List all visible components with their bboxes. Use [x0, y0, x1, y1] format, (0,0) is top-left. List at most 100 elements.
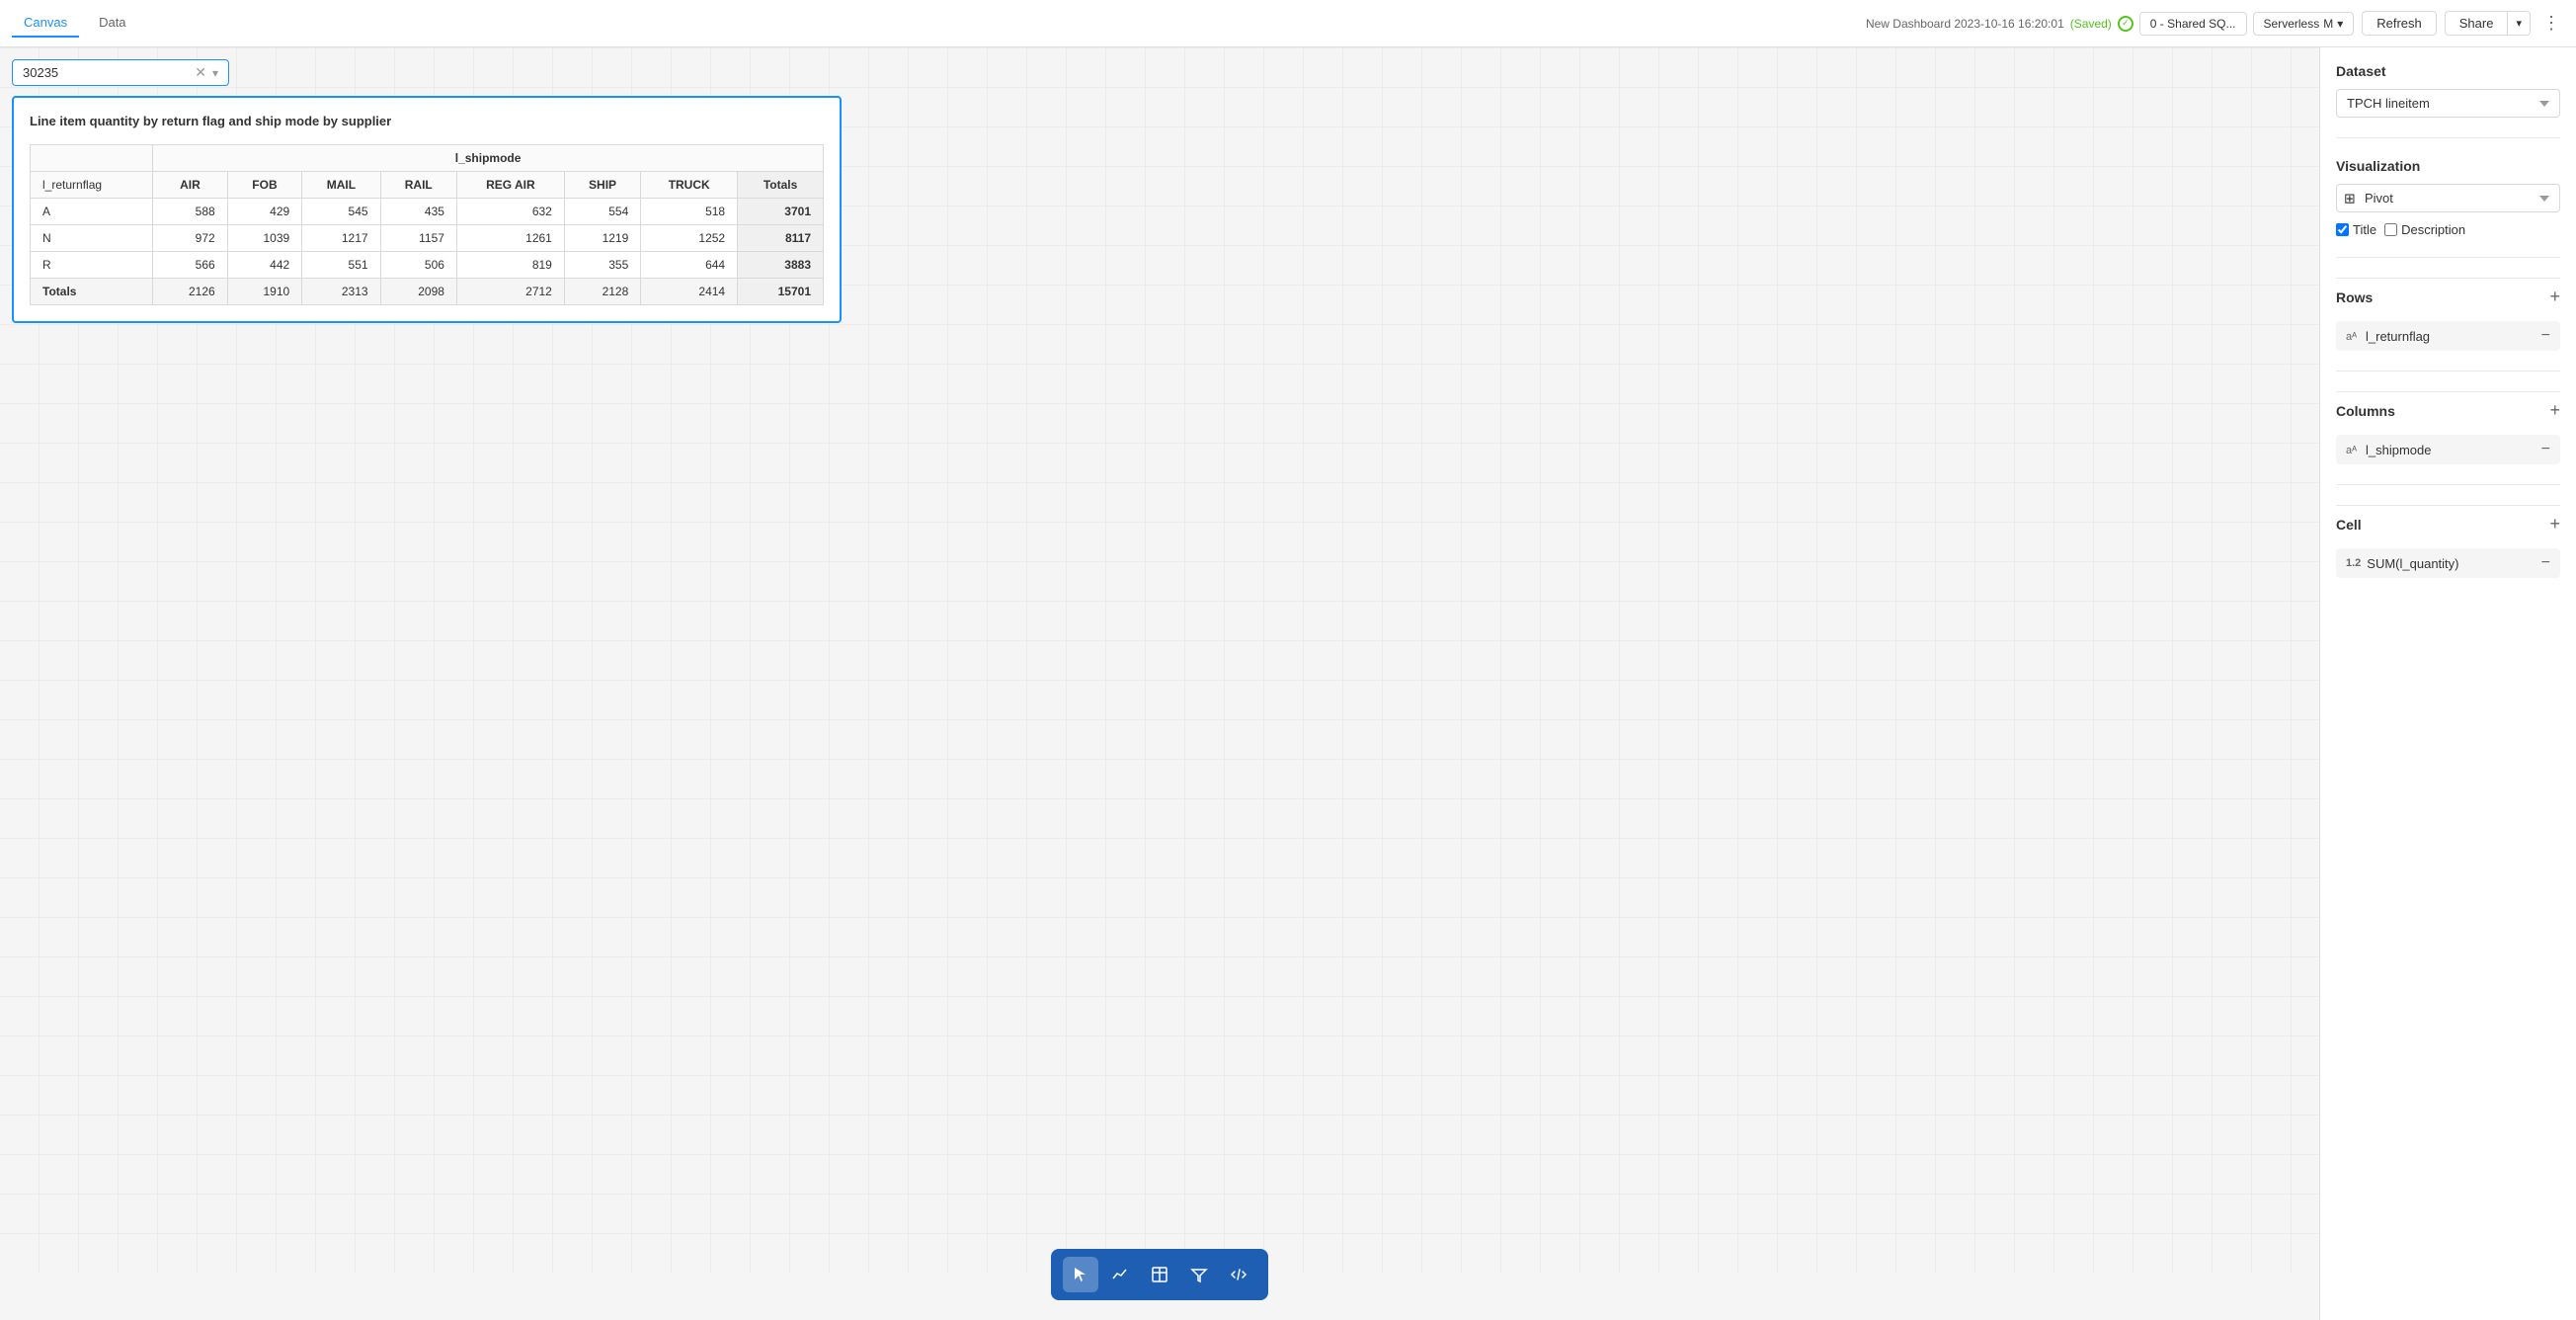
cell-r-totals: 3883 — [738, 252, 824, 279]
shared-connection-button[interactable]: 0 - Shared SQ... — [2139, 12, 2247, 36]
divider-2 — [2336, 257, 2560, 258]
col-regair: REG AIR — [456, 172, 564, 199]
toolbar-filter-button[interactable] — [1181, 1257, 1217, 1292]
divider — [2336, 137, 2560, 138]
rows-header: Rows + — [2336, 278, 2560, 315]
visualization-select[interactable]: Pivot — [2336, 184, 2560, 212]
tab-canvas[interactable]: Canvas — [12, 9, 79, 38]
cell-n-totals: 8117 — [738, 225, 824, 252]
dataset-select[interactable]: TPCH lineitem — [2336, 89, 2560, 118]
dataset-label: Dataset — [2336, 63, 2560, 79]
description-checkbox[interactable] — [2384, 223, 2397, 236]
columns-item: aᴬ l_shipmode − — [2336, 435, 2560, 464]
bottom-toolbar — [1051, 1249, 1268, 1300]
cell-r-rail: 506 — [380, 252, 456, 279]
share-button-group: Share ▾ — [2445, 11, 2531, 36]
shipmode-header: l_shipmode — [153, 145, 824, 172]
svg-text:aᴬ: aᴬ — [2346, 331, 2357, 342]
cell-n-air: 972 — [153, 225, 228, 252]
col-mail: MAIL — [302, 172, 380, 199]
cell-n-ship: 1219 — [564, 225, 640, 252]
dashboard-title: New Dashboard 2023-10-16 16:20:01 — [1866, 17, 2064, 31]
col-truck: TRUCK — [641, 172, 738, 199]
columns-header: Columns + — [2336, 391, 2560, 429]
share-dropdown-button[interactable]: ▾ — [2507, 11, 2531, 36]
rows-item: aᴬ l_returnflag − — [2336, 321, 2560, 351]
totals-label: Totals — [31, 279, 153, 305]
main-layout: 30235 ✕ ▾ Line item quantity by return f… — [0, 47, 2576, 1320]
formula-badge: 1.2 — [2346, 557, 2361, 569]
tab-data[interactable]: Data — [87, 9, 137, 38]
cell-n-fob: 1039 — [227, 225, 302, 252]
filter-tag[interactable]: 30235 ✕ ▾ — [12, 59, 229, 86]
totals-truck: 2414 — [641, 279, 738, 305]
more-options-button[interactable]: ⋮ — [2538, 9, 2564, 38]
table-row: R 566 442 551 506 819 355 644 3883 — [31, 252, 824, 279]
saved-badge: (Saved) — [2070, 17, 2112, 31]
rows-item-label: l_returnflag — [2366, 329, 2536, 344]
chart-title: Line item quantity by return flag and sh… — [30, 114, 824, 128]
canvas-area[interactable]: 30235 ✕ ▾ Line item quantity by return f… — [0, 47, 2319, 1320]
viz-select-wrapper: ⊞ Pivot — [2336, 184, 2560, 212]
canvas-content: 30235 ✕ ▾ Line item quantity by return f… — [12, 59, 2307, 323]
status-indicator — [2118, 16, 2133, 32]
cell-r-regair: 819 — [456, 252, 564, 279]
rows-section: Rows + aᴬ l_returnflag − — [2336, 278, 2560, 351]
filter-dropdown-icon[interactable]: ▾ — [212, 66, 218, 80]
totals-rail: 2098 — [380, 279, 456, 305]
cell-a-totals: 3701 — [738, 199, 824, 225]
col-ship: SHIP — [564, 172, 640, 199]
cell-add-button[interactable]: + — [2549, 514, 2560, 535]
connection-label: 0 - Shared SQ... — [2150, 17, 2236, 31]
rows-item-icon: aᴬ — [2346, 328, 2360, 345]
totals-mail: 2313 — [302, 279, 380, 305]
cell-label: Cell — [2336, 517, 2362, 533]
row-flag-r: R — [31, 252, 153, 279]
chevron-down-icon: ▾ — [2337, 17, 2343, 31]
columns-item-label: l_shipmode — [2366, 443, 2536, 457]
cell-a-regair: 632 — [456, 199, 564, 225]
formula-remove-button[interactable]: − — [2541, 554, 2550, 572]
refresh-button[interactable]: Refresh — [2362, 11, 2437, 36]
filter-clear-button[interactable]: ✕ — [195, 64, 206, 81]
toolbar-table-button[interactable] — [1142, 1257, 1177, 1292]
rows-label: Rows — [2336, 289, 2373, 305]
cell-section: Cell + 1.2 SUM(l_quantity) − — [2336, 505, 2560, 578]
totals-air: 2126 — [153, 279, 228, 305]
pivot-icon: ⊞ — [2344, 190, 2356, 206]
totals-row: Totals 2126 1910 2313 2098 2712 2128 241… — [31, 279, 824, 305]
toolbar-code-button[interactable] — [1221, 1257, 1256, 1292]
totals-fob: 1910 — [227, 279, 302, 305]
col-fob: FOB — [227, 172, 302, 199]
title-label: Title — [2353, 222, 2376, 237]
corner-cell — [31, 145, 153, 172]
toolbar-chart-button[interactable] — [1102, 1257, 1138, 1292]
cell-r-fob: 442 — [227, 252, 302, 279]
totals-ship: 2128 — [564, 279, 640, 305]
cell-a-fob: 429 — [227, 199, 302, 225]
cell-r-truck: 644 — [641, 252, 738, 279]
totals-total: 15701 — [738, 279, 824, 305]
title-desc-row: Title Description — [2336, 222, 2560, 237]
engine-button[interactable]: Serverless M ▾ — [2253, 12, 2355, 36]
toolbar-select-button[interactable] — [1063, 1257, 1098, 1292]
cell-header: Cell + — [2336, 505, 2560, 542]
col-rail: RAIL — [380, 172, 456, 199]
row-flag-n: N — [31, 225, 153, 252]
cell-n-mail: 1217 — [302, 225, 380, 252]
rows-add-button[interactable]: + — [2549, 287, 2560, 307]
rows-item-remove-button[interactable]: − — [2541, 327, 2550, 345]
columns-add-button[interactable]: + — [2549, 400, 2560, 421]
cell-a-ship: 554 — [564, 199, 640, 225]
visualization-label: Visualization — [2336, 158, 2560, 174]
pivot-table: l_shipmode l_returnflag AIR FOB MAIL RAI… — [30, 144, 824, 305]
title-checkbox-label[interactable]: Title — [2336, 222, 2376, 237]
returnflag-header: l_returnflag — [31, 172, 153, 199]
col-totals: Totals — [738, 172, 824, 199]
title-checkbox[interactable] — [2336, 223, 2349, 236]
cell-a-air: 588 — [153, 199, 228, 225]
visualization-section: Visualization ⊞ Pivot Title Description — [2336, 158, 2560, 237]
description-checkbox-label[interactable]: Description — [2384, 222, 2465, 237]
share-button[interactable]: Share — [2445, 11, 2508, 36]
columns-item-remove-button[interactable]: − — [2541, 441, 2550, 458]
